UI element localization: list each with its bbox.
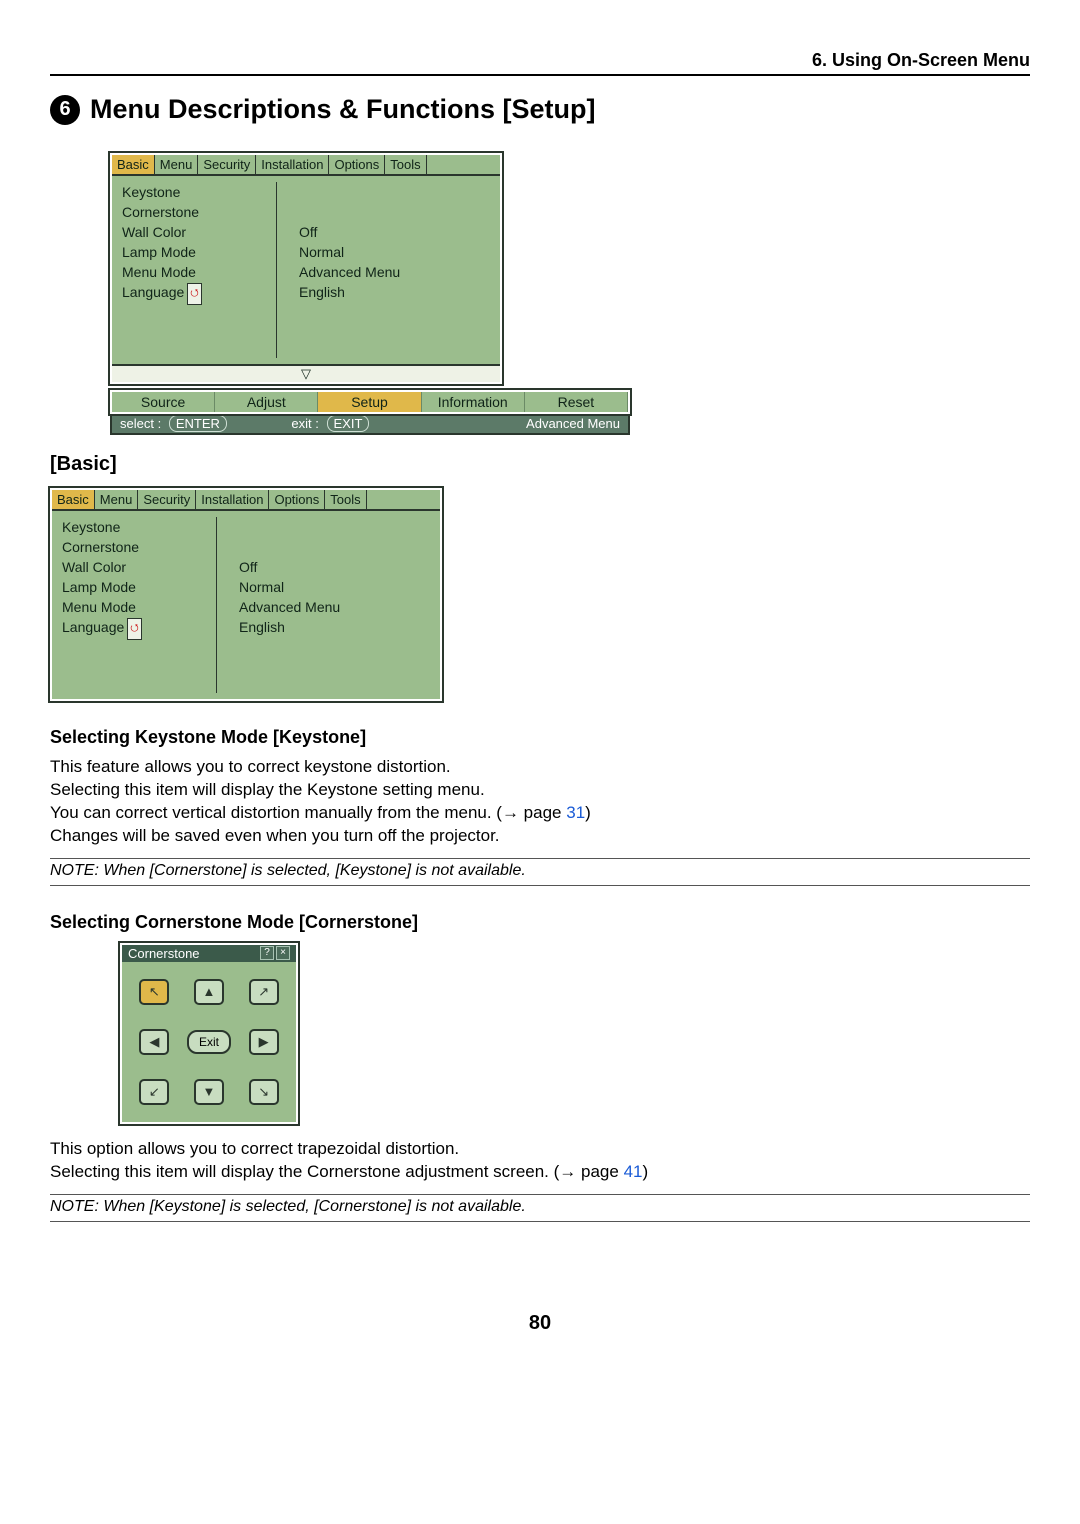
osd-down-indicator: ▽ bbox=[112, 364, 500, 382]
osd-item-values: OffNormalAdvanced MenuEnglish bbox=[277, 182, 490, 358]
arrow-down-button[interactable]: ▼ bbox=[194, 1079, 224, 1105]
osd-tab-security[interactable]: Security bbox=[138, 490, 196, 509]
close-icon[interactable]: × bbox=[276, 946, 290, 960]
osd-tab-installation[interactable]: Installation bbox=[196, 490, 269, 509]
osd-menu-adjust[interactable]: Adjust bbox=[215, 392, 318, 412]
cornerstone-exit-button[interactable]: Exit bbox=[187, 1030, 231, 1054]
osd-item-value: Off bbox=[239, 557, 430, 577]
section-heading: Menu Descriptions & Functions [Setup] bbox=[90, 94, 596, 125]
exit-key-icon: EXIT bbox=[327, 415, 370, 432]
corner-top-left-button[interactable]: ↖ bbox=[139, 979, 169, 1005]
cornerstone-heading: Selecting Cornerstone Mode [Cornerstone] bbox=[50, 912, 1030, 933]
basic-subheading: [Basic] bbox=[50, 453, 1030, 476]
keystone-note: NOTE: When [Cornerstone] is selected, [K… bbox=[50, 858, 1030, 886]
cornerstone-note: NOTE: When [Keystone] is selected, [Corn… bbox=[50, 1194, 1030, 1222]
osd-item-value: Advanced Menu bbox=[299, 262, 490, 282]
osd-item-label[interactable]: Keystone bbox=[122, 182, 268, 202]
page-number: 80 bbox=[50, 1312, 1030, 1335]
status-select: select : ENTER bbox=[120, 416, 291, 431]
osd-item-value: English bbox=[299, 282, 490, 302]
osd-tab-menu[interactable]: Menu bbox=[155, 155, 199, 174]
osd-tab-installation[interactable]: Installation bbox=[256, 155, 329, 174]
page-link-31[interactable]: 31 bbox=[566, 803, 585, 822]
page-link-41[interactable]: 41 bbox=[624, 1162, 643, 1181]
keystone-body: This feature allows you to correct keyst… bbox=[50, 756, 1030, 848]
osd-item-labels: KeystoneCornerstoneWall ColorLamp ModeMe… bbox=[62, 517, 217, 693]
osd-item-label[interactable]: Lamp Mode bbox=[62, 577, 208, 597]
osd-status-bar: select : ENTER exit : EXIT Advanced Menu bbox=[110, 414, 630, 435]
osd-item-label[interactable]: Wall Color bbox=[122, 222, 268, 242]
osd-tab-options[interactable]: Options bbox=[269, 490, 325, 509]
language-icon: ⭯ bbox=[127, 618, 141, 640]
keystone-p4: Changes will be saved even when you turn… bbox=[50, 825, 1030, 848]
osd-item-value: Off bbox=[299, 222, 490, 242]
osd-item-value: Normal bbox=[299, 242, 490, 262]
osd-item-label[interactable]: Keystone bbox=[62, 517, 208, 537]
chapter-header: 6. Using On-Screen Menu bbox=[50, 50, 1030, 76]
section-number-icon: 6 bbox=[50, 95, 80, 125]
osd-item-label[interactable]: Wall Color bbox=[62, 557, 208, 577]
osd-panel: BasicMenuSecurityInstallationOptionsTool… bbox=[110, 153, 502, 384]
language-icon: ⭯ bbox=[187, 283, 201, 305]
cornerstone-p1: This option allows you to correct trapez… bbox=[50, 1138, 1030, 1161]
enter-key-icon: ENTER bbox=[169, 415, 227, 432]
cornerstone-p2: Selecting this item will display the Cor… bbox=[50, 1161, 1030, 1184]
cornerstone-dialog: Cornerstone ? × ↖ ▲ ↗ ◀ Exit ▶ ↙ ▼ ↘ bbox=[120, 943, 298, 1124]
osd-body: KeystoneCornerstoneWall ColorLamp ModeMe… bbox=[52, 511, 440, 699]
osd-item-label[interactable]: Menu Mode bbox=[122, 262, 268, 282]
osd-menu-reset[interactable]: Reset bbox=[525, 392, 628, 412]
osd-tab-basic[interactable]: Basic bbox=[112, 155, 155, 174]
arrow-up-button[interactable]: ▲ bbox=[194, 979, 224, 1005]
osd-tab-row: BasicMenuSecurityInstallationOptionsTool… bbox=[52, 490, 440, 511]
osd-tab-tools[interactable]: Tools bbox=[325, 490, 366, 509]
osd-item-values: OffNormalAdvanced MenuEnglish bbox=[217, 517, 430, 693]
corner-bottom-right-button[interactable]: ↘ bbox=[249, 1079, 279, 1105]
osd-tab-basic[interactable]: Basic bbox=[52, 490, 95, 509]
osd-tab-row: BasicMenuSecurityInstallationOptionsTool… bbox=[112, 155, 500, 176]
osd-tab-options[interactable]: Options bbox=[329, 155, 385, 174]
cornerstone-body: This option allows you to correct trapez… bbox=[50, 1138, 1030, 1184]
osd-item-label[interactable]: Language⭯ bbox=[62, 617, 208, 637]
osd-body: KeystoneCornerstoneWall ColorLamp ModeMe… bbox=[112, 176, 500, 364]
corner-top-right-button[interactable]: ↗ bbox=[249, 979, 279, 1005]
osd-screenshot-setup: BasicMenuSecurityInstallationOptionsTool… bbox=[110, 153, 1030, 435]
help-icon[interactable]: ? bbox=[260, 946, 274, 960]
osd-tab-security[interactable]: Security bbox=[198, 155, 256, 174]
osd-screenshot-basic: BasicMenuSecurityInstallationOptionsTool… bbox=[50, 488, 442, 701]
status-mode: Advanced Menu bbox=[434, 416, 620, 431]
osd-menu-source[interactable]: Source bbox=[112, 392, 215, 412]
section-title: 6 Menu Descriptions & Functions [Setup] bbox=[50, 94, 1030, 125]
osd-item-label[interactable]: Cornerstone bbox=[62, 537, 208, 557]
osd-item-label[interactable]: Menu Mode bbox=[62, 597, 208, 617]
osd-menu-information[interactable]: Information bbox=[422, 392, 525, 412]
corner-bottom-left-button[interactable]: ↙ bbox=[139, 1079, 169, 1105]
cornerstone-arrow-grid: ↖ ▲ ↗ ◀ Exit ▶ ↙ ▼ ↘ bbox=[122, 962, 296, 1122]
keystone-p1: This feature allows you to correct keyst… bbox=[50, 756, 1030, 779]
osd-item-value: Advanced Menu bbox=[239, 597, 430, 617]
keystone-p2: Selecting this item will display the Key… bbox=[50, 779, 1030, 802]
osd-item-value: Normal bbox=[239, 577, 430, 597]
osd-main-menu-row: SourceAdjustSetupInformationReset bbox=[110, 390, 630, 414]
osd-tab-menu[interactable]: Menu bbox=[95, 490, 139, 509]
cornerstone-dialog-titlebar: Cornerstone ? × bbox=[122, 945, 296, 962]
status-exit: exit : EXIT bbox=[291, 416, 434, 431]
osd-item-value: English bbox=[239, 617, 430, 637]
osd-tab-tools[interactable]: Tools bbox=[385, 155, 426, 174]
arrow-right-button[interactable]: ▶ bbox=[249, 1029, 279, 1055]
osd-item-labels: KeystoneCornerstoneWall ColorLamp ModeMe… bbox=[122, 182, 277, 358]
osd-item-label[interactable]: Cornerstone bbox=[122, 202, 268, 222]
osd-item-label[interactable]: Language⭯ bbox=[122, 282, 268, 302]
keystone-p3: You can correct vertical distortion manu… bbox=[50, 802, 1030, 825]
osd-menu-setup[interactable]: Setup bbox=[318, 392, 421, 412]
cornerstone-dialog-screenshot: Cornerstone ? × ↖ ▲ ↗ ◀ Exit ▶ ↙ ▼ ↘ bbox=[120, 943, 1030, 1124]
osd-item-label[interactable]: Lamp Mode bbox=[122, 242, 268, 262]
chapter-title: 6. Using On-Screen Menu bbox=[812, 50, 1030, 71]
keystone-heading: Selecting Keystone Mode [Keystone] bbox=[50, 727, 1030, 748]
arrow-left-button[interactable]: ◀ bbox=[139, 1029, 169, 1055]
